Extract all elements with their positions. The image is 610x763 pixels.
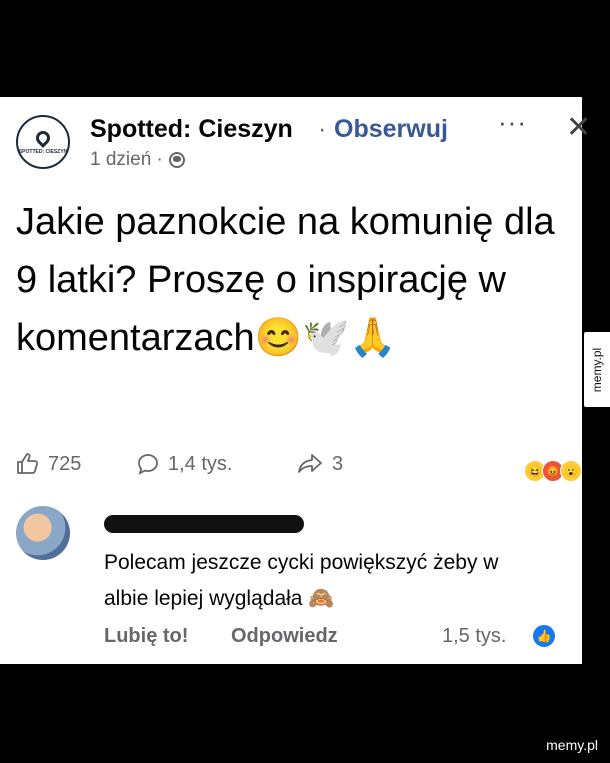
comments-stat[interactable]: 1,4 tys. (136, 452, 232, 476)
separator: · (318, 115, 327, 143)
follow-button[interactable]: Obserwuj (334, 115, 448, 144)
watermark-side-text: memy.pl (590, 347, 605, 392)
comment-reaction-count[interactable]: 1,5 tys. (442, 625, 506, 648)
redacted-name (104, 515, 304, 533)
logo-text: SPOTTED: CIESZYN (18, 149, 68, 155)
close-icon[interactable]: ✕ (566, 113, 591, 143)
likes-count: 725 (48, 452, 82, 475)
wow-reaction-icon: 😮 (560, 460, 582, 482)
post-card: SPOTTED: CIESZYN Spotted: Cieszyn · Obse… (0, 97, 591, 664)
location-pin-icon (33, 128, 53, 148)
watermark-bottom: memy.pl (546, 737, 598, 753)
reply-button[interactable]: Odpowiedz (231, 625, 338, 648)
post-text: Jakie paznokcie na komunię dla 9 latki? … (16, 201, 555, 359)
like-comment-button[interactable]: Lubię to! (104, 625, 188, 648)
watermark-side: memy.pl (584, 332, 610, 407)
post-meta: 1 dzień · (90, 149, 185, 171)
reaction-faces[interactable]: 😆 😡 😮 (524, 460, 582, 482)
commenter-avatar[interactable] (16, 506, 70, 560)
globe-icon (168, 152, 185, 168)
speech-bubble-icon (138, 454, 158, 475)
likes-stat[interactable]: 725 (16, 452, 81, 476)
more-options-icon[interactable]: ··· (498, 107, 527, 138)
page-name[interactable]: Spotted: Cieszyn (90, 115, 293, 144)
share-arrow-icon (298, 454, 322, 473)
reaction-bar: 725 1,4 tys. 3 😆 😡 😮 (16, 452, 582, 482)
thumbs-up-icon (17, 453, 39, 474)
post-time[interactable]: 1 dzień · (90, 149, 163, 171)
page-avatar[interactable]: SPOTTED: CIESZYN (16, 115, 70, 169)
comment-text: Polecam jeszcze cycki powiększyć żeby w … (104, 551, 499, 610)
shares-stat[interactable]: 3 (296, 452, 343, 476)
like-badge-icon: 👍 (532, 624, 556, 648)
comments-count: 1,4 tys. (168, 452, 233, 475)
shares-count: 3 (332, 452, 344, 475)
comment-reaction-badges[interactable]: 👍 😆 (532, 624, 556, 648)
